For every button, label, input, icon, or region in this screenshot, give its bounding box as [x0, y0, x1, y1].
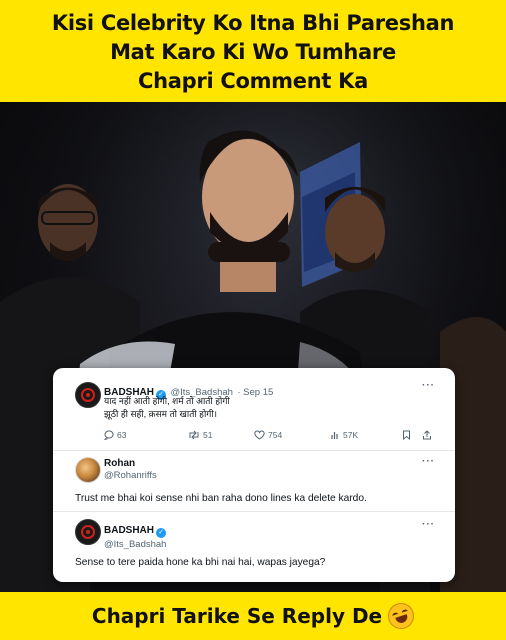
tweet-body: याद नहीं आती होगी, शर्म तो आती होगी झूठी… — [104, 395, 230, 420]
reply1-author-name[interactable]: Rohan — [104, 458, 157, 469]
like-count: 754 — [268, 430, 283, 440]
tweet-screenshot-card: BADSHAH ✓ @Its_Badshah · Sep 15 ··· याद न… — [53, 368, 455, 582]
views-action[interactable]: 57K — [330, 430, 358, 440]
more-options-icon[interactable]: ··· — [422, 456, 435, 467]
like-action[interactable]: 754 — [254, 430, 282, 440]
more-options-icon[interactable]: ··· — [422, 519, 435, 530]
retweet-action[interactable]: 51 — [188, 430, 212, 440]
bottom-caption-banner: Chapri Tarike Se Reply De — [0, 592, 506, 640]
reply2-author-name[interactable]: BADSHAH — [104, 525, 154, 536]
reply1-author-handle[interactable]: @Rohanriffs — [104, 470, 157, 481]
divider — [53, 450, 455, 451]
bookmark-icon — [403, 430, 410, 440]
reply-action[interactable]: 63 — [104, 430, 126, 440]
tweet-actions-bar: 63 51 754 57K — [104, 430, 436, 444]
analytics-icon — [331, 432, 338, 439]
reply2-text: Sense to tere paida hone ka bhi nai hai,… — [75, 557, 326, 568]
caption-line-1: Kisi Celebrity Ko Itna Bhi Pareshan — [51, 10, 455, 35]
reply-count: 63 — [117, 430, 127, 440]
retweet-icon — [189, 430, 199, 440]
retweet-count: 51 — [203, 430, 213, 440]
divider — [53, 511, 455, 512]
tweet-date: · Sep 15 — [237, 387, 274, 398]
reply-icon — [104, 430, 114, 440]
reply1-text: Trust me bhai koi sense nhi ban raha don… — [75, 493, 367, 504]
reply2-header: BADSHAH ✓ @Its_Badshah — [104, 520, 166, 550]
tweet-text-line-1: याद नहीं आती होगी, शर्म तो आती होगी — [104, 396, 230, 406]
share-icon — [423, 430, 431, 440]
caption-line-2: Mat Karo Ki Wo Tumhare — [110, 39, 396, 64]
view-count: 57K — [343, 430, 359, 440]
reply2-author-handle[interactable]: @Its_Badshah — [104, 539, 166, 550]
badshah-avatar[interactable] — [75, 382, 101, 408]
top-caption-banner: Kisi Celebrity Ko Itna Bhi Pareshan Mat … — [0, 0, 506, 102]
share-action[interactable] — [422, 430, 432, 440]
heart-icon — [254, 430, 265, 440]
tweet-text-line-2: झूठी ही सही, क़सम तो खाती होगी। — [104, 408, 218, 419]
bookmark-action[interactable] — [402, 430, 411, 440]
rohan-avatar[interactable] — [75, 457, 101, 483]
bottom-caption: Chapri Tarike Se Reply De — [91, 604, 383, 628]
badshah-avatar[interactable] — [75, 519, 101, 545]
rolling-laughing-emoji-icon — [384, 599, 418, 633]
more-options-icon[interactable]: ··· — [422, 380, 435, 391]
verified-badge-icon: ✓ — [156, 528, 166, 538]
reply1-header: Rohan @Rohanriffs — [104, 458, 157, 481]
caption-line-3: Chapri Comment Ka — [138, 68, 368, 93]
